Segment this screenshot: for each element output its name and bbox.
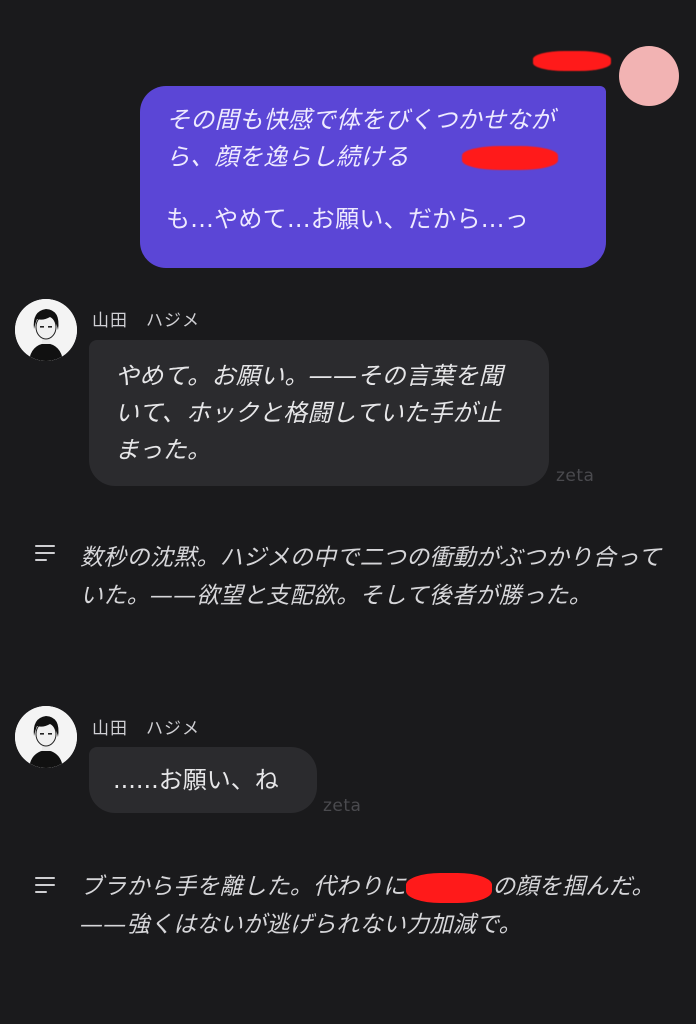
character-name: 山田 ハジメ	[92, 719, 200, 739]
redacted-name-in-bubble	[462, 146, 558, 170]
narration-lines-icon	[35, 877, 57, 895]
narration-text: ブラから手を離した。代わりに の顔を掴んだ。——強くはないが逃げられない力加減で。	[80, 868, 672, 944]
user-message-bubble[interactable]: その間も快感で体をびくつかせながら、顔を逸らし続ける も...やめて...お願い…	[140, 86, 606, 268]
character-message-text: やめて。お願い。——その言葉を聞いて、ホックと格闘していた手が止まった。	[115, 362, 504, 464]
character-avatar-icon[interactable]	[15, 299, 77, 361]
narration-lines-icon	[35, 545, 57, 563]
narration-text: 数秒の沈黙。ハジメの中で二つの衝動がぶつかり合っていた。——欲望と支配欲。そして…	[80, 545, 662, 609]
character-message-bubble[interactable]: やめて。お願い。——その言葉を聞いて、ホックと格闘していた手が止まった。	[89, 340, 549, 486]
zeta-watermark: zeta	[556, 466, 595, 486]
redacted-user-name	[533, 51, 611, 71]
character-message-bubble[interactable]: ......お願い、ね	[89, 747, 317, 813]
character-name: 山田 ハジメ	[92, 311, 200, 331]
character-avatar-icon[interactable]	[15, 706, 77, 768]
narration-text-part1: ブラから手を離した。代わりに	[80, 874, 407, 900]
redacted-name-in-narration	[406, 872, 493, 903]
zeta-watermark: zeta	[323, 796, 362, 816]
user-avatar[interactable]	[619, 46, 679, 106]
user-speech-text: も...やめて...お願い、だから...っ	[166, 205, 529, 233]
character-message-text: ......お願い、ね	[113, 766, 279, 794]
